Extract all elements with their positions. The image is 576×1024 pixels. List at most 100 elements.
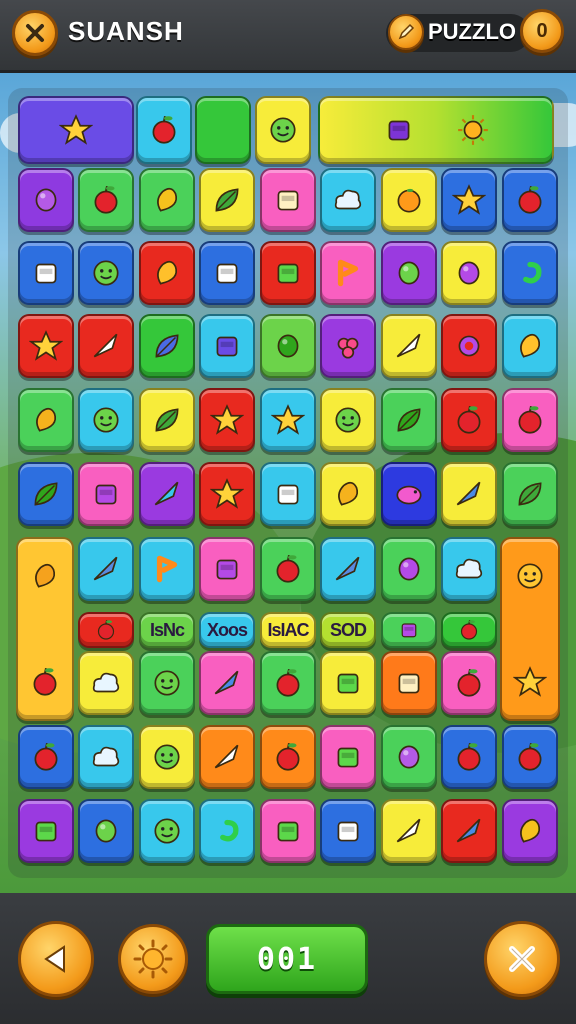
tile[interactable]	[18, 168, 74, 232]
tile[interactable]	[260, 537, 316, 601]
tile[interactable]	[78, 388, 134, 452]
tile[interactable]	[502, 725, 558, 789]
word-strip-icon-tile[interactable]	[381, 612, 437, 648]
tile[interactable]	[260, 462, 316, 526]
tile[interactable]	[260, 651, 316, 715]
tile[interactable]	[139, 725, 195, 789]
box-icon	[277, 821, 299, 842]
tile[interactable]	[320, 388, 376, 452]
leaf-icon	[155, 408, 179, 432]
tile[interactable]	[320, 799, 376, 863]
tile[interactable]	[320, 651, 376, 715]
tile[interactable]	[139, 651, 195, 715]
word-strip-text-tile[interactable]: SOD	[320, 612, 376, 648]
word-strip-icon-tile[interactable]	[78, 612, 134, 648]
tile[interactable]	[502, 168, 558, 232]
tile[interactable]	[199, 725, 255, 789]
tile[interactable]	[441, 462, 497, 526]
tile[interactable]	[199, 241, 255, 305]
tile[interactable]	[18, 799, 74, 863]
tile[interactable]	[381, 314, 437, 378]
tile[interactable]	[78, 537, 134, 601]
tile[interactable]	[260, 314, 316, 378]
tile[interactable]	[441, 388, 497, 452]
tile[interactable]	[199, 462, 255, 526]
tile[interactable]	[139, 388, 195, 452]
tile[interactable]	[441, 651, 497, 715]
tile[interactable]	[78, 168, 134, 232]
tile[interactable]	[502, 314, 558, 378]
tile[interactable]	[260, 168, 316, 232]
tile[interactable]	[78, 314, 134, 378]
tile[interactable]	[502, 799, 558, 863]
tile[interactable]	[320, 241, 376, 305]
tile-tall-right[interactable]	[500, 537, 560, 721]
tile[interactable]	[199, 168, 255, 232]
exit-button[interactable]	[484, 921, 560, 997]
tile[interactable]	[255, 96, 311, 164]
tile[interactable]	[381, 241, 437, 305]
close-button[interactable]	[12, 10, 58, 56]
tile[interactable]	[441, 168, 497, 232]
tile-wide-left[interactable]	[18, 96, 134, 164]
tile[interactable]	[78, 725, 134, 789]
tile[interactable]	[381, 388, 437, 452]
tile[interactable]	[441, 799, 497, 863]
tile-empty[interactable]	[195, 96, 251, 164]
tile[interactable]	[502, 388, 558, 452]
pencil-button[interactable]	[388, 14, 424, 50]
tile[interactable]	[139, 241, 195, 305]
word-strip-text-tile[interactable]: Xoos	[199, 612, 255, 648]
tile[interactable]	[320, 168, 376, 232]
tile[interactable]	[502, 241, 558, 305]
tile[interactable]	[136, 96, 192, 164]
back-button[interactable]	[18, 921, 94, 997]
tile[interactable]	[18, 462, 74, 526]
tile[interactable]	[441, 314, 497, 378]
tile[interactable]	[18, 314, 74, 378]
tile[interactable]	[320, 462, 376, 526]
tile[interactable]	[78, 241, 134, 305]
tile[interactable]	[260, 388, 316, 452]
tile-wide-right[interactable]	[318, 96, 554, 164]
tile[interactable]	[381, 168, 437, 232]
tile[interactable]	[139, 537, 195, 601]
tile[interactable]	[260, 799, 316, 863]
tile[interactable]	[139, 462, 195, 526]
tile[interactable]	[199, 799, 255, 863]
tile[interactable]	[441, 537, 497, 601]
tile[interactable]	[139, 168, 195, 232]
tile[interactable]	[18, 388, 74, 452]
tile[interactable]	[199, 314, 255, 378]
tile[interactable]	[441, 241, 497, 305]
hint-button[interactable]	[118, 924, 188, 994]
tile[interactable]	[381, 537, 437, 601]
word-strip-icon-tile[interactable]	[441, 612, 497, 648]
tile[interactable]	[381, 651, 437, 715]
tile[interactable]	[78, 651, 134, 715]
coin-button[interactable]: 0	[520, 9, 564, 53]
tile[interactable]	[381, 725, 437, 789]
tile[interactable]	[18, 725, 74, 789]
word-strip-text-tile[interactable]: IsNc	[139, 612, 195, 648]
tile[interactable]	[320, 725, 376, 789]
tile[interactable]	[78, 799, 134, 863]
tile[interactable]	[139, 314, 195, 378]
tile[interactable]	[18, 241, 74, 305]
tile[interactable]	[260, 725, 316, 789]
tile-tall-left[interactable]	[16, 537, 74, 721]
tile[interactable]	[199, 537, 255, 601]
tile[interactable]	[199, 388, 255, 452]
tile[interactable]	[199, 651, 255, 715]
tile[interactable]	[441, 725, 497, 789]
tile[interactable]	[381, 462, 437, 526]
tile[interactable]	[502, 462, 558, 526]
tile[interactable]	[260, 241, 316, 305]
tile[interactable]	[320, 314, 376, 378]
swirl-icon	[220, 819, 239, 842]
tile[interactable]	[78, 462, 134, 526]
tile[interactable]	[320, 537, 376, 601]
tile[interactable]	[139, 799, 195, 863]
word-strip-text-tile[interactable]: IsIAC	[260, 612, 316, 648]
tile[interactable]	[381, 799, 437, 863]
